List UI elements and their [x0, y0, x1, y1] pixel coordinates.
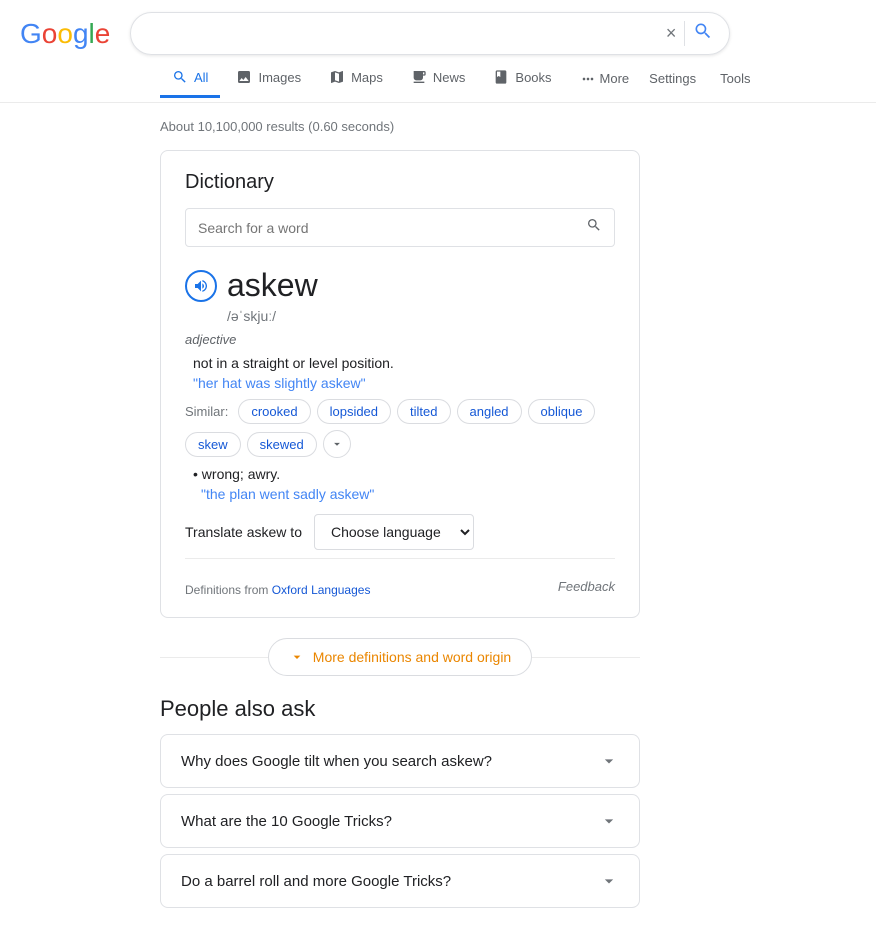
paa-item-1[interactable]: Why does Google tilt when you search ask…	[160, 734, 640, 788]
tab-more[interactable]: More	[568, 61, 642, 97]
similar-row: Similar: crooked lopsided tilted angled …	[185, 399, 615, 458]
dictionary-title: Dictionary	[185, 171, 615, 194]
definition-2: wrong; awry.	[185, 466, 615, 482]
divider-line-left	[160, 657, 268, 658]
tab-maps[interactable]: Maps	[317, 59, 395, 98]
expand-similar-button[interactable]	[323, 430, 351, 458]
image-icon	[236, 69, 252, 85]
tab-news[interactable]: News	[399, 59, 478, 98]
chevron-down-icon	[330, 437, 344, 451]
paa-question-1: Why does Google tilt when you search ask…	[181, 753, 492, 770]
search-icon	[693, 21, 713, 41]
settings-link[interactable]: Settings	[645, 61, 700, 96]
search-bar-wrapper: askew ×	[130, 12, 730, 55]
feedback-row: Feedback	[558, 579, 615, 594]
tab-books[interactable]: Books	[481, 59, 563, 98]
more-definitions-section: More definitions and word origin	[160, 638, 640, 676]
similar-tag-crooked[interactable]: crooked	[238, 399, 310, 424]
feedback-link[interactable]: Feedback	[558, 579, 615, 594]
paa-question-3: Do a barrel roll and more Google Tricks?	[181, 873, 451, 890]
search-input[interactable]: askew	[147, 25, 657, 43]
tab-all[interactable]: All	[160, 59, 220, 98]
search-bar: askew ×	[130, 12, 730, 55]
main-content: About 10,100,000 results (0.60 seconds) …	[0, 103, 800, 930]
word-header: askew	[185, 267, 615, 304]
speaker-button[interactable]	[185, 270, 217, 302]
paa-item-3[interactable]: Do a barrel roll and more Google Tricks?	[160, 854, 640, 908]
oxford-languages-link[interactable]: Oxford Languages	[272, 583, 371, 597]
search-button[interactable]	[684, 21, 713, 46]
example-2: "the plan went sadly askew"	[185, 486, 615, 502]
similar-tag-skew[interactable]: skew	[185, 432, 241, 457]
similar-tag-oblique[interactable]: oblique	[528, 399, 596, 424]
phonetic: /əˈskjuː/	[227, 308, 615, 324]
similar-tag-angled[interactable]: angled	[457, 399, 522, 424]
nav-right: Settings Tools	[645, 61, 754, 96]
chevron-down-icon	[599, 751, 619, 771]
search-icon	[172, 69, 188, 85]
paa-item-2[interactable]: What are the 10 Google Tricks?	[160, 794, 640, 848]
language-select[interactable]: Choose language	[314, 514, 474, 550]
similar-label: Similar:	[185, 404, 228, 419]
people-also-ask-section: People also ask Why does Google tilt whe…	[160, 696, 640, 908]
speaker-icon	[193, 278, 209, 294]
book-icon	[493, 69, 509, 85]
example-1: "her hat was slightly askew"	[185, 375, 615, 391]
chevron-down-icon	[599, 871, 619, 891]
definition-1: not in a straight or level position.	[185, 355, 615, 371]
word-title: askew	[227, 267, 318, 304]
header: Google askew ×	[0, 0, 876, 55]
similar-tag-tilted[interactable]: tilted	[397, 399, 450, 424]
translate-row: Translate askew to Choose language	[185, 514, 615, 550]
map-icon	[329, 69, 345, 85]
dictionary-search-bar	[185, 208, 615, 247]
paa-question-2: What are the 10 Google Tricks?	[181, 813, 392, 830]
paa-title: People also ask	[160, 696, 640, 722]
divider-line-right	[532, 657, 640, 658]
nav-tabs: All Images Maps News Books More Settings…	[0, 55, 876, 103]
part-of-speech: adjective	[185, 332, 615, 347]
more-definitions-button[interactable]: More definitions and word origin	[268, 638, 532, 676]
translate-label: Translate askew to	[185, 524, 302, 540]
similar-tag-skewed[interactable]: skewed	[247, 432, 317, 457]
divider	[185, 558, 615, 559]
dictionary-card: Dictionary askew /əˈskjuː/ adjective not…	[160, 150, 640, 618]
news-icon	[411, 69, 427, 85]
clear-button[interactable]: ×	[658, 23, 685, 44]
dictionary-search-input[interactable]	[198, 220, 586, 236]
google-logo[interactable]: Google	[20, 18, 110, 50]
tools-link[interactable]: Tools	[716, 61, 754, 96]
chevron-down-icon	[599, 811, 619, 831]
dictionary-search-icon	[586, 217, 602, 238]
similar-tag-lopsided[interactable]: lopsided	[317, 399, 391, 424]
results-count: About 10,100,000 results (0.60 seconds)	[160, 119, 640, 134]
more-dots-icon	[580, 71, 596, 87]
definitions-source: Definitions from Oxford Languages	[185, 583, 370, 597]
tab-images[interactable]: Images	[224, 59, 313, 98]
chevron-down-icon	[289, 649, 305, 665]
